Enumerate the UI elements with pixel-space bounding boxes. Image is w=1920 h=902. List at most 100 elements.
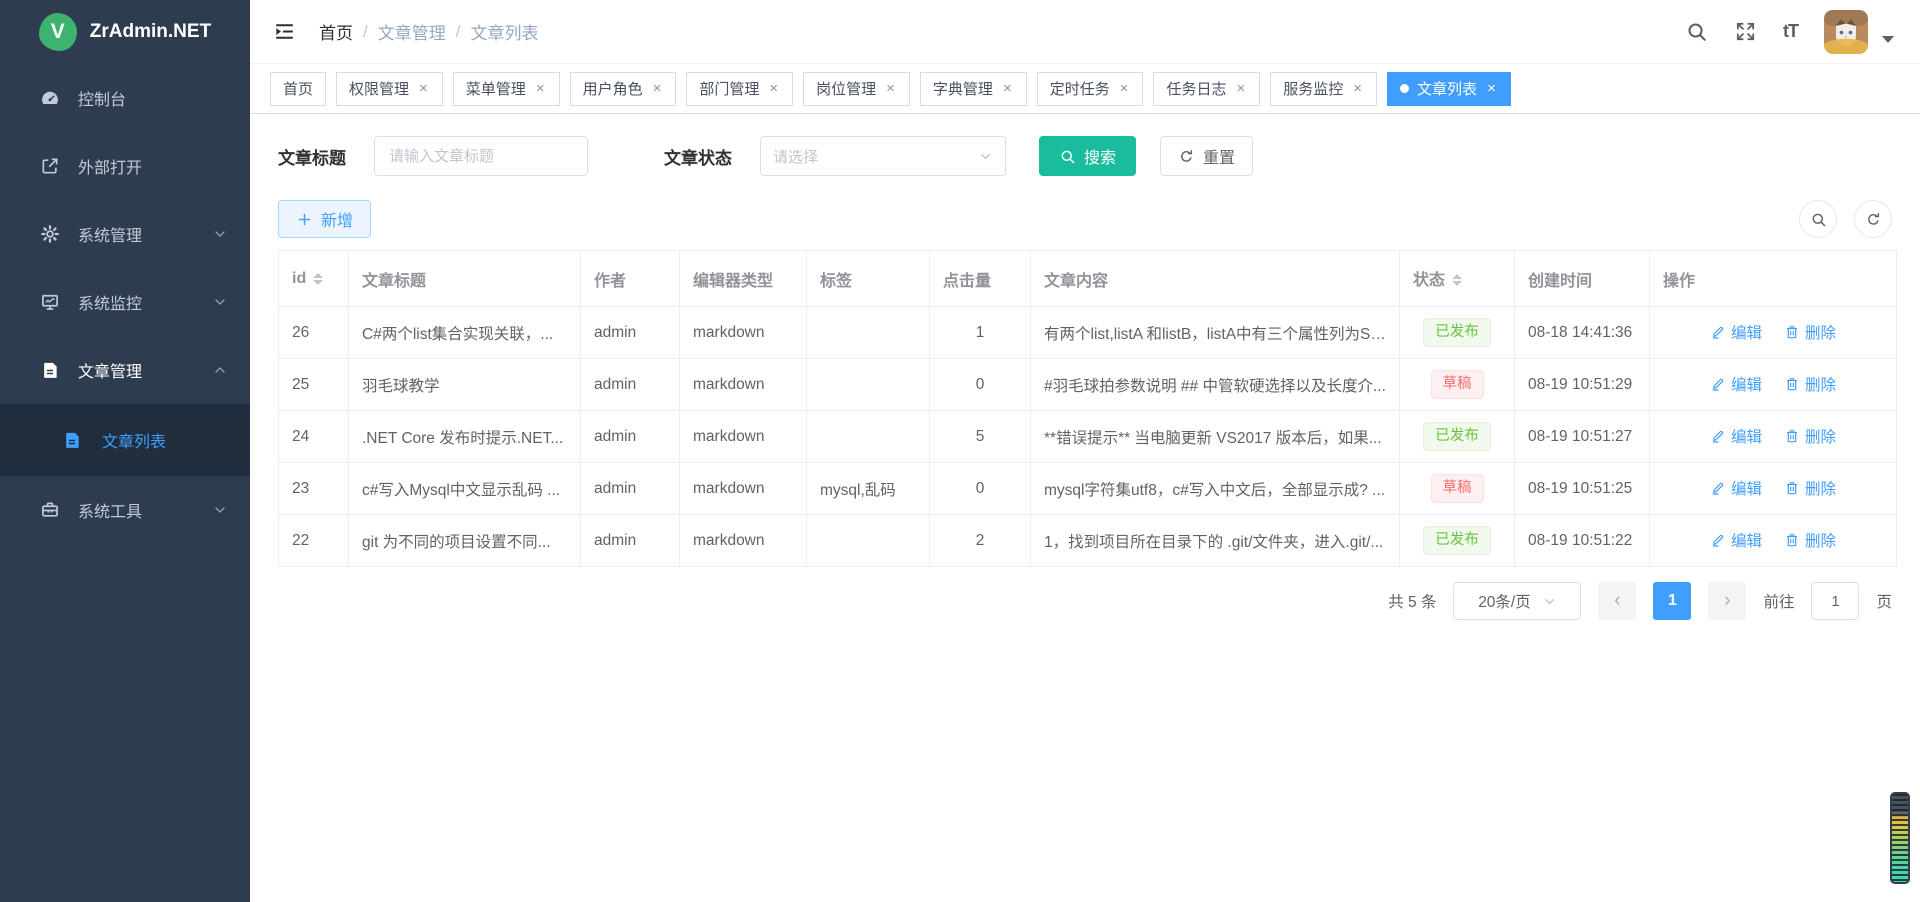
dashboard-icon [40,88,60,108]
sidebar-item-console[interactable]: 控制台 [0,64,250,132]
column-header-label: 文章标题 [362,273,426,290]
view-tab[interactable]: 用户角色× [570,72,677,106]
cell-content: #羽毛球拍参数说明 ## 中管软硬选择以及长度介... [1031,359,1400,411]
table-row: 24.NET Core 发布时提示.NET...adminmarkdown5**… [279,411,1897,463]
column-header-clicks: 点击量 [930,251,1031,307]
breadcrumb-separator: / [456,22,461,42]
edit-icon [1710,532,1726,548]
close-tab-icon[interactable]: × [1118,80,1131,97]
sidebar-subitem-article-list[interactable]: 文章列表 [0,404,250,476]
view-tab[interactable]: 首页 [270,72,326,106]
search-button[interactable]: 搜索 [1039,136,1136,176]
delete-link[interactable]: 删除 [1784,477,1836,499]
close-tab-icon[interactable]: × [1235,80,1248,97]
cell-tags [807,307,930,359]
font-size-icon[interactable]: tT [1783,21,1798,42]
select-placeholder-text: 请选择 [773,146,978,167]
edit-link-label: 编辑 [1731,321,1762,343]
edit-link-label: 编辑 [1731,373,1762,395]
delete-link[interactable]: 删除 [1784,425,1836,447]
next-page-button[interactable]: › [1708,582,1746,620]
column-header-label: 点击量 [943,273,991,290]
delete-link-label: 删除 [1805,425,1836,447]
page-size-select[interactable]: 20条/页 [1453,582,1581,620]
close-tab-icon[interactable]: × [1485,80,1498,97]
view-tab-label: 首页 [283,78,313,99]
delete-link-label: 删除 [1805,321,1836,343]
caret-down-icon[interactable] [1882,36,1894,43]
article-title-input[interactable] [374,136,588,176]
cell-status: 草稿 [1400,359,1515,411]
breadcrumb-item[interactable]: 首页 [319,19,353,44]
close-tab-icon[interactable]: × [884,80,897,97]
breadcrumb-item[interactable]: 文章管理 [378,19,446,44]
sidebar-item-system-manage[interactable]: 系统管理 [0,200,250,268]
close-tab-icon[interactable]: × [1351,80,1364,97]
edit-icon [1710,480,1726,496]
view-tab[interactable]: 权限管理 × [336,72,443,106]
sidebar-item-label: 文章管理 [78,358,212,382]
edit-link[interactable]: 编辑 [1710,529,1762,551]
goto-page-input[interactable] [1811,582,1859,620]
column-header-op: 操作 [1650,251,1897,307]
header-search-icon[interactable] [1685,20,1708,43]
delete-link[interactable]: 删除 [1784,373,1836,395]
toggle-search-button[interactable] [1799,200,1837,238]
add-button[interactable]: 新增 [278,200,371,238]
view-tab[interactable]: 字典管理× [920,72,1027,106]
close-tab-icon[interactable]: × [767,80,780,97]
view-tab[interactable]: 部门管理× [686,72,793,106]
column-header-id[interactable]: id [279,251,349,307]
view-tab[interactable]: 服务监控 × [1270,72,1377,106]
column-header-label: 状态 [1413,272,1445,289]
level-meter-widget[interactable] [1890,792,1910,884]
edit-link[interactable]: 编辑 [1710,477,1762,499]
trash-icon [1784,532,1800,548]
table-row: 26C#两个list集合实现关联，...adminmarkdown1有两个lis… [279,307,1897,359]
sidebar-menu: 控制台外部打开系统管理系统监控文章管理文章列表系统工具 [0,64,250,544]
topbar: 首页/文章管理/文章列表 tT [250,0,1920,64]
view-tab-label: 权限管理 [349,78,409,99]
filter-title-label: 文章标题 [278,144,346,169]
delete-link-label: 删除 [1805,373,1836,395]
close-tab-icon[interactable]: × [417,80,430,97]
view-tab[interactable]: 任务日志× [1153,72,1260,106]
close-tab-icon[interactable]: × [534,80,547,97]
delete-link[interactable]: 删除 [1784,529,1836,551]
view-tab-label: 服务监控 [1283,78,1343,99]
avatar[interactable] [1824,10,1868,54]
delete-link[interactable]: 删除 [1784,321,1836,343]
app-logo[interactable]: V ZrAdmin.NET [0,0,250,64]
close-tab-icon[interactable]: × [651,80,664,97]
refresh-table-button[interactable] [1854,200,1892,238]
sidebar-item-label: 系统管理 [78,222,212,246]
fullscreen-icon[interactable] [1734,20,1757,43]
sidebar-fold-icon[interactable] [272,19,297,44]
cell-title: C#两个list集合实现关联，... [349,307,581,359]
cell-title: .NET Core 发布时提示.NET... [349,411,581,463]
sidebar-item-system-tools[interactable]: 系统工具 [0,476,250,544]
reset-button-label: 重置 [1203,144,1235,168]
sidebar-item-article-manage[interactable]: 文章管理 [0,336,250,404]
sort-carets-icon[interactable] [313,268,323,290]
reset-button[interactable]: 重置 [1160,136,1253,176]
cell-status: 草稿 [1400,463,1515,515]
view-tab[interactable]: 文章列表× [1387,72,1511,106]
prev-page-button[interactable]: ‹ [1598,582,1636,620]
edit-link[interactable]: 编辑 [1710,373,1762,395]
sidebar-item-external-open[interactable]: 外部打开 [0,132,250,200]
article-status-select[interactable]: 请选择 [760,136,1006,176]
edit-link[interactable]: 编辑 [1710,321,1762,343]
close-tab-icon[interactable]: × [1001,80,1014,97]
view-tab[interactable]: 岗位管理× [803,72,910,106]
column-header-status[interactable]: 状态 [1400,251,1515,307]
current-page-button[interactable]: 1 [1653,582,1691,620]
search-icon [1810,211,1827,228]
edit-link[interactable]: 编辑 [1710,425,1762,447]
sidebar-item-system-monitor[interactable]: 系统监控 [0,268,250,336]
sort-carets-icon[interactable] [1452,269,1462,291]
column-header-tags: 标签 [807,251,930,307]
view-tab[interactable]: 菜单管理× [453,72,560,106]
app-title: ZrAdmin.NET [90,21,211,43]
view-tab[interactable]: 定时任务× [1037,72,1144,106]
